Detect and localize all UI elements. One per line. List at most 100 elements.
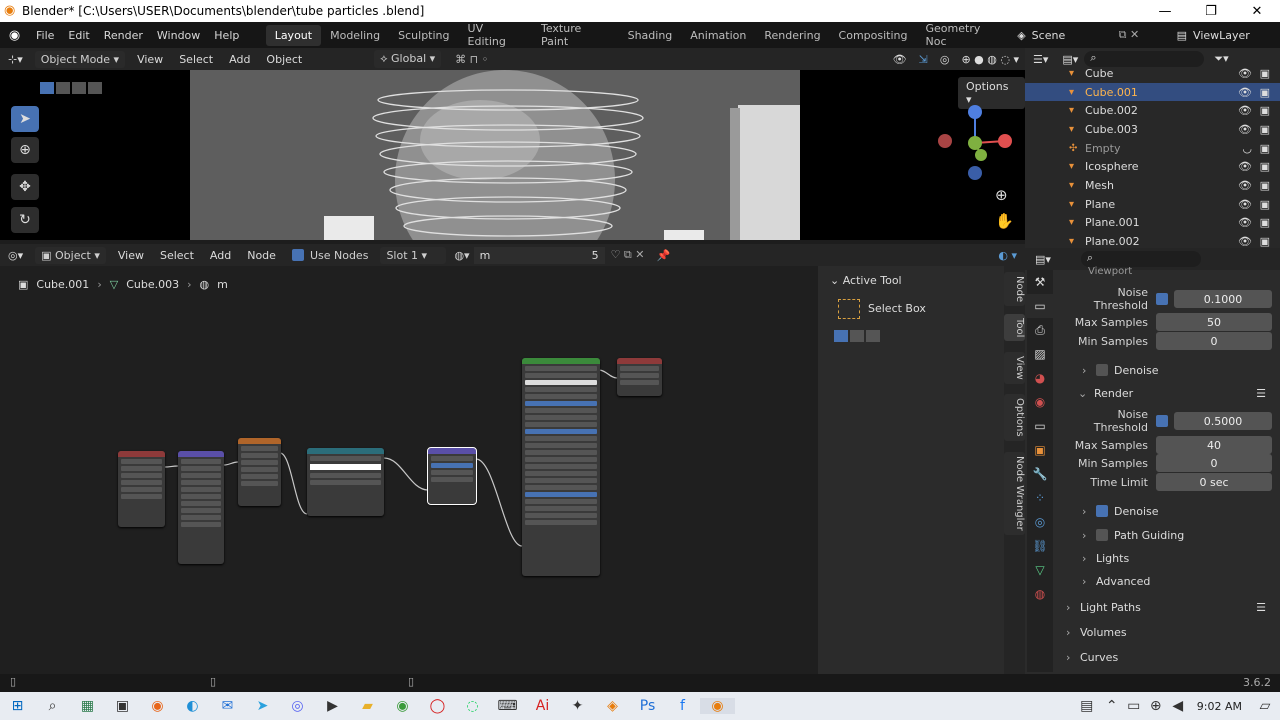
active-tool-header[interactable]: ⌄ Active Tool <box>830 274 902 287</box>
physics-properties-icon[interactable]: ◎ <box>1027 510 1053 534</box>
scene-actions-icon[interactable]: ⧉ ✕ <box>1119 28 1177 42</box>
widgets-icon[interactable]: ▦ <box>70 698 105 714</box>
camera-icon[interactable]: ▣ <box>1260 235 1270 248</box>
r-denoise-checkbox[interactable] <box>1096 505 1108 517</box>
view-layer-name[interactable]: ViewLayer <box>1193 29 1280 42</box>
collection-properties-icon[interactable]: ▭ <box>1027 414 1053 438</box>
eye-icon[interactable]: 👁 <box>1238 235 1252 248</box>
menu-edit[interactable]: Edit <box>61 29 96 42</box>
material-properties-icon[interactable]: ◍ <box>1027 582 1053 606</box>
volumes-panel[interactable]: › Volumes <box>1060 621 1272 643</box>
network-icon[interactable]: ▭ <box>1123 698 1145 714</box>
vp-denoise-subpanel[interactable]: › Denoise <box>1060 359 1272 381</box>
blender-menu-icon[interactable]: ◉ <box>0 28 29 43</box>
vp-max-samples-field[interactable]: 50 <box>1156 313 1272 331</box>
tab-compositing[interactable]: Compositing <box>830 25 917 46</box>
node-editor-type-icon[interactable]: ◎▾ <box>0 249 31 262</box>
adobe-icon[interactable]: Ai <box>525 698 560 714</box>
orientation-dropdown[interactable]: ⟡ Global ▾ <box>374 50 442 68</box>
vp-denoise-checkbox[interactable] <box>1096 364 1108 376</box>
media-player-icon[interactable]: ▶ <box>315 698 350 714</box>
outliner-row[interactable]: ▾ Cube 👁 ▣ <box>1025 64 1280 83</box>
maximize-button[interactable]: ❐ <box>1188 4 1234 19</box>
camera-icon[interactable]: ▣ <box>1260 67 1270 80</box>
slot-dropdown[interactable]: Slot 1 ▾ <box>380 246 447 264</box>
chrome-icon[interactable]: ◉ <box>385 698 420 714</box>
tab-tool[interactable]: Tool <box>1004 314 1025 342</box>
editor-type-icon[interactable]: ⊹▾ <box>0 53 31 66</box>
blender-alt-icon[interactable]: ◈ <box>595 698 630 714</box>
snap-icon[interactable]: ⌘ ⊓ ◦ <box>445 53 498 66</box>
tab-uv-editing[interactable]: UV Editing <box>459 18 532 52</box>
color-ramp-node[interactable] <box>307 448 384 516</box>
opera-icon[interactable]: ◯ <box>420 698 455 714</box>
advanced-subpanel[interactable]: › Advanced <box>1060 570 1272 592</box>
scene-name[interactable]: Scene <box>1032 29 1119 42</box>
eye-icon[interactable]: 👁 <box>1238 123 1252 136</box>
material-name-field[interactable]: m <box>473 246 586 264</box>
camera-icon[interactable]: ▣ <box>1260 179 1270 192</box>
noise-texture-node[interactable] <box>238 438 281 506</box>
pan-hand-icon[interactable]: ✋ <box>995 212 1014 230</box>
viewport-menu-select[interactable]: Select <box>171 53 221 66</box>
tab-rendering[interactable]: Rendering <box>755 25 829 46</box>
eye-icon[interactable]: 👁 <box>1238 216 1252 229</box>
ime-icon[interactable]: ▤ <box>1073 698 1101 714</box>
curves-panel[interactable]: › Curves <box>1060 646 1272 668</box>
node-menu-select[interactable]: Select <box>152 249 202 262</box>
world-properties-icon[interactable]: ◉ <box>1027 390 1053 414</box>
light-paths-panel[interactable]: › Light Paths ☰ <box>1060 596 1272 618</box>
eye-icon[interactable]: 👁 <box>1238 198 1252 211</box>
render-subpanel-header[interactable]: ⌄ Render ☰ <box>1060 382 1272 404</box>
path-guiding-checkbox[interactable] <box>1096 529 1108 541</box>
tab-layout[interactable]: Layout <box>265 24 322 46</box>
node-overlay-icon[interactable]: ◐ ▾ <box>990 249 1025 262</box>
constraints-properties-icon[interactable]: ⛓ <box>1027 534 1053 558</box>
eye-icon[interactable]: 👁 <box>1238 179 1252 192</box>
mail-icon[interactable]: ✉ <box>210 698 245 714</box>
close-button[interactable]: ✕ <box>1234 4 1280 19</box>
sidebar-select-subtract-icon[interactable] <box>866 330 880 342</box>
presets-list-icon[interactable]: ☰ <box>1256 601 1272 614</box>
viewport-section-header[interactable]: Viewport <box>1060 266 1272 276</box>
bump-node[interactable] <box>427 447 477 505</box>
r-noise-threshold-field[interactable]: 0.5000 <box>1174 412 1272 430</box>
view-layer-properties-icon[interactable]: ▨ <box>1027 342 1053 366</box>
zoom-icon[interactable]: ⊕ <box>995 186 1008 204</box>
principled-bsdf-node[interactable] <box>522 358 600 576</box>
mode-dropdown[interactable]: Object Mode ▾ <box>34 50 126 68</box>
store-icon[interactable]: ▣ <box>105 698 140 714</box>
gizmo-icon[interactable]: ⇲ <box>913 53 934 66</box>
tab-sculpting[interactable]: Sculpting <box>389 25 458 46</box>
viewport-menu-object[interactable]: Object <box>258 53 310 66</box>
particles-properties-icon[interactable]: ⁘ <box>1027 486 1053 510</box>
eye-icon[interactable]: 👁 <box>1238 86 1252 99</box>
menu-file[interactable]: File <box>29 29 61 42</box>
eye-hidden-icon[interactable]: ◡ <box>1242 142 1252 155</box>
use-nodes-toggle[interactable]: Use Nodes <box>284 249 377 262</box>
camera-icon[interactable]: ▣ <box>1260 216 1270 229</box>
presets-list-icon[interactable]: ☰ <box>1256 387 1272 400</box>
edge-icon[interactable]: ◐ <box>175 698 210 714</box>
outliner-row[interactable]: ▾ Mesh 👁 ▣ <box>1025 176 1280 195</box>
output-properties-icon[interactable]: ⎙ <box>1027 318 1053 342</box>
object-properties-icon[interactable]: ▣ <box>1027 438 1053 462</box>
texture-coordinate-node[interactable] <box>118 451 165 527</box>
node-object-dropdown[interactable]: ▣ Object ▾ <box>35 246 106 264</box>
modifier-properties-icon[interactable]: 🔧 <box>1027 462 1053 486</box>
data-properties-icon[interactable]: ▽ <box>1027 558 1053 582</box>
eye-icon[interactable]: 👁 <box>1238 67 1252 80</box>
r-time-limit-field[interactable]: 0 sec <box>1156 473 1272 491</box>
camera-icon[interactable]: ▣ <box>1260 198 1270 211</box>
pin-icon[interactable]: 📌 <box>651 249 677 262</box>
search-icon[interactable]: ⌕ <box>35 698 70 714</box>
vector-app-icon[interactable]: ✦ <box>560 698 595 714</box>
properties-search-input[interactable]: ⌕ <box>1080 251 1201 267</box>
outliner-row[interactable]: ▾ Plane.002 👁 ▣ <box>1025 232 1280 248</box>
menu-window[interactable]: Window <box>150 29 207 42</box>
terminal-icon[interactable]: ⌨ <box>490 698 525 714</box>
shading-modes-icon[interactable]: ⊕ ● ◍ ◌ ▾ <box>955 53 1025 66</box>
tab-animation[interactable]: Animation <box>681 25 755 46</box>
material-users-count[interactable]: 5 <box>585 246 605 264</box>
camera-icon[interactable]: ▣ <box>1260 86 1270 99</box>
